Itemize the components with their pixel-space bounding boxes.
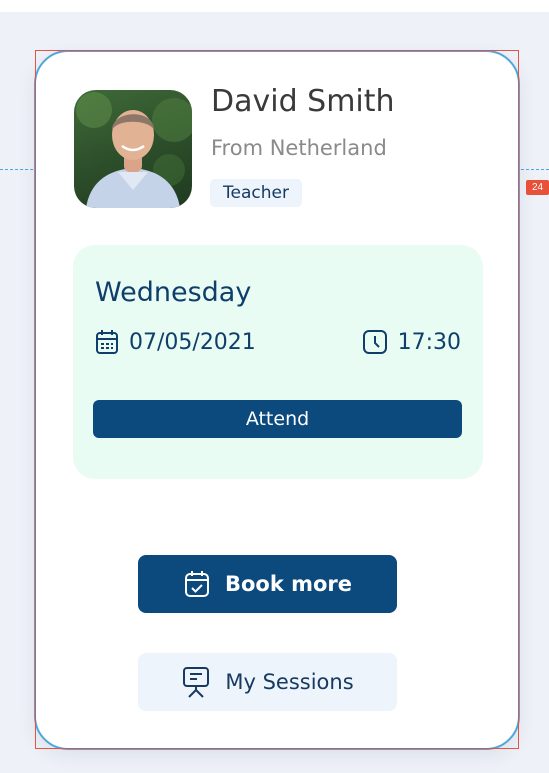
avatar-photo — [76, 92, 192, 208]
clock-icon — [362, 329, 388, 355]
teacher-origin: From Netherland — [211, 136, 387, 160]
calendar-check-icon — [183, 569, 211, 599]
teacher-name: David Smith — [211, 84, 395, 119]
measurement-badge: 24 — [526, 180, 549, 195]
presentation-board-icon — [181, 666, 211, 698]
session-time: 17:30 — [362, 327, 461, 357]
session-panel: Wednesday 07/05/2021 17:30 Attend — [73, 245, 483, 479]
avatar — [74, 90, 192, 208]
teacher-card: David Smith From Netherland Teacher Wedn… — [34, 50, 520, 750]
attend-button[interactable]: Attend — [93, 400, 462, 438]
role-badge: Teacher — [210, 179, 302, 207]
top-band — [0, 0, 549, 12]
session-date-text: 07/05/2021 — [129, 329, 256, 355]
my-sessions-button[interactable]: My Sessions — [138, 653, 397, 711]
my-sessions-label: My Sessions — [225, 670, 354, 694]
calendar-icon — [95, 329, 119, 355]
session-day: Wednesday — [95, 277, 252, 308]
session-time-text: 17:30 — [397, 329, 461, 355]
book-more-button[interactable]: Book more — [138, 555, 397, 613]
session-date: 07/05/2021 — [95, 327, 256, 357]
book-more-label: Book more — [224, 572, 353, 596]
